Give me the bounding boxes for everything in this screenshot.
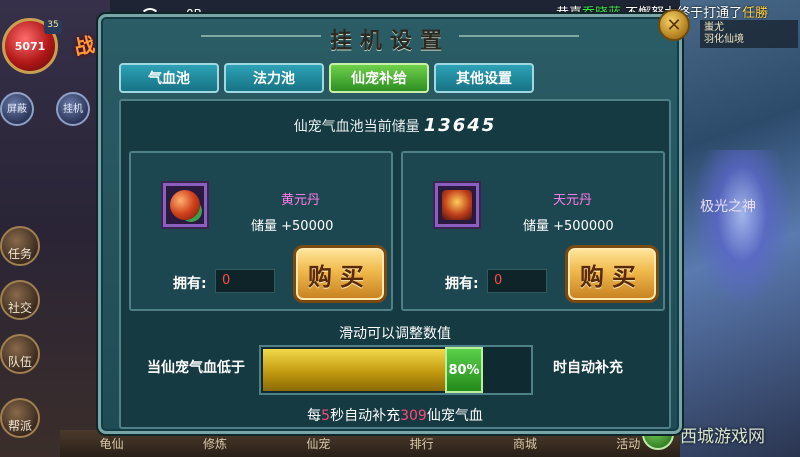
tab-mp-pool[interactable]: 法力池 [224,63,324,93]
auto-idle-settings-dialog: 挂机设置 气血池 法力池 仙宠补给 其他设置 仙宠气血池当前储量 13645 黄元… [98,14,682,434]
treasure-box-icon [442,190,472,220]
tab-other-settings[interactable]: 其他设置 [434,63,534,93]
bottom-item[interactable]: 修炼 [203,435,227,452]
bottom-item[interactable]: 龟仙 [100,435,124,452]
map-info-line2: 羽化仙境 [704,34,744,45]
auto-idle-button[interactable]: 挂机 [56,92,90,126]
enemy-name-label: 极光之神 [700,199,756,215]
task-button[interactable]: 任务 [0,226,40,266]
map-info: 蚩尤 羽化仙境 [700,20,798,48]
item-icon-frame[interactable] [163,183,207,227]
threshold-label: 当仙宠气血低于 [147,360,245,376]
pill-icon [170,190,200,220]
team-button[interactable]: 队伍 [0,334,40,374]
slider-fill [263,349,464,391]
enemy-figure [692,150,792,310]
refill-text: 每 [307,408,322,424]
owned-count: 0 [487,269,547,293]
refill-text: 秒自动补充 [330,408,401,424]
level-badge: 35 [44,20,62,34]
item-icon-frame[interactable] [435,183,479,227]
tab-hp-pool[interactable]: 气血池 [119,63,219,93]
pet-supply-panel: 仙宠气血池当前储量 13645 黄元丹 储量 +50000 拥有: 0 购买 天元… [119,99,671,429]
refill-amount: 309 [400,408,427,424]
refill-description: 每5秒自动补充309仙宠气血 [121,405,669,425]
close-button[interactable]: ✕ [658,9,690,41]
reserve-value: 13645 [423,115,497,136]
item-stock: 储量 +50000 [251,219,334,234]
marquee-tail: 任勝 [742,6,769,21]
owned-label: 拥有: [173,276,207,292]
block-button[interactable]: 屏蔽 [0,92,34,126]
bottom-menu-bar: 龟仙 修炼 仙宠 排行 商城 活动 [60,430,680,457]
item-name: 天元丹 [553,193,593,208]
item-stock: 储量 +500000 [523,219,614,234]
buy-button[interactable]: 购买 [293,245,387,303]
hp-threshold-slider[interactable]: 80% [259,345,533,395]
guild-button[interactable]: 帮派 [0,398,40,438]
threshold-suffix: 时自动补充 [553,360,623,376]
map-info-line1: 蚩尤 [704,22,724,33]
owned-label: 拥有: [445,276,479,292]
settings-tabs: 气血池 法力池 仙宠补给 其他设置 [119,63,534,93]
social-button[interactable]: 社交 [0,280,40,320]
watermark-text: 西城游戏网 [680,426,765,447]
refill-text: 仙宠气血 [426,408,483,424]
bottom-item[interactable]: 商城 [513,435,537,452]
reserve-label: 仙宠气血池当前储量 [293,119,420,135]
dialog-title: 挂机设置 [329,29,450,54]
refill-seconds: 5 [321,408,331,424]
slider-hint: 滑动可以调整数值 [339,326,451,342]
item-card-tianyuandan: 天元丹 储量 +500000 拥有: 0 购买 [401,151,665,311]
owned-count: 0 [215,269,275,293]
bottom-item[interactable]: 仙宠 [306,435,330,452]
slider-thumb[interactable]: 80% [445,347,483,393]
bottom-item[interactable]: 活动 [616,435,640,452]
buy-button[interactable]: 购买 [565,245,659,303]
item-card-huangyuandan: 黄元丹 储量 +50000 拥有: 0 购买 [129,151,393,311]
item-name: 黄元丹 [281,193,321,208]
pet-hp-reserve: 仙宠气血池当前储量 13645 [121,115,669,136]
tab-pet-supply[interactable]: 仙宠补给 [329,63,429,93]
bottom-item[interactable]: 排行 [410,435,434,452]
